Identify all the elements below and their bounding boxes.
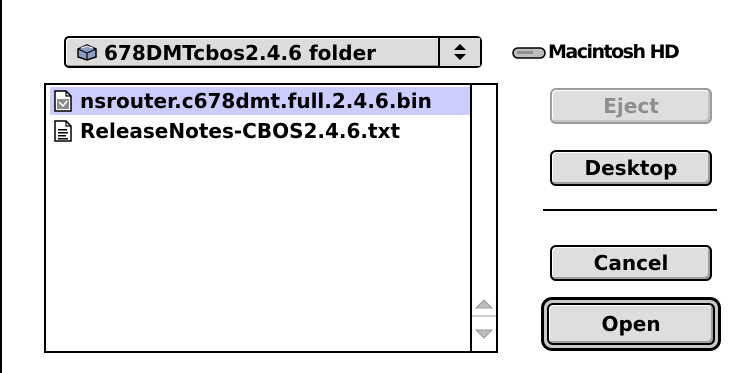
file-name: ReleaseNotes-CBOS2.4.6.txt xyxy=(80,119,401,143)
file-list[interactable]: nsrouter.c678dmt.full.2.4.6.bin ReleaseN… xyxy=(44,83,498,353)
folder-popup-label: 678DMTcbos2.4.6 folder xyxy=(104,41,377,65)
button-separator xyxy=(543,209,717,211)
folder-popup[interactable]: 678DMTcbos2.4.6 folder xyxy=(64,36,482,68)
popup-arrows[interactable] xyxy=(438,38,480,66)
volume-label: Macintosh HD xyxy=(548,41,680,63)
folder-icon xyxy=(77,44,97,61)
desktop-button[interactable]: Desktop xyxy=(550,150,712,186)
open-button[interactable]: Open xyxy=(547,303,715,345)
scroll-down-arrow-icon[interactable] xyxy=(472,321,496,345)
open-file-dialog: 678DMTcbos2.4.6 folder Macintosh HD nsro… xyxy=(2,0,738,373)
text-file-icon xyxy=(54,120,72,142)
hard-disk-icon xyxy=(512,47,546,59)
file-name: nsrouter.c678dmt.full.2.4.6.bin xyxy=(80,89,432,113)
vertical-scrollbar[interactable] xyxy=(470,85,496,351)
scroll-up-arrow-icon[interactable] xyxy=(472,293,496,317)
file-row-release-notes-txt[interactable]: ReleaseNotes-CBOS2.4.6.txt xyxy=(50,117,476,145)
eject-button[interactable]: Eject xyxy=(550,88,712,124)
file-row-nsrouter-bin[interactable]: nsrouter.c678dmt.full.2.4.6.bin xyxy=(50,87,476,115)
cancel-button[interactable]: Cancel xyxy=(550,245,712,281)
binary-file-icon xyxy=(54,90,72,112)
up-down-arrows-icon xyxy=(454,44,466,60)
